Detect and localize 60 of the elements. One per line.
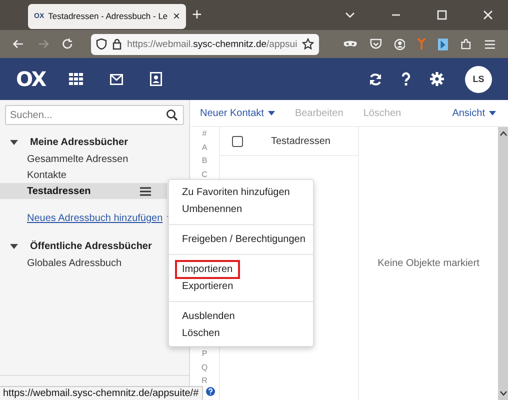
alphabet-letter[interactable]: Q <box>201 362 208 376</box>
help-icon[interactable] <box>401 72 411 86</box>
account-icon[interactable] <box>394 38 406 50</box>
empty-message: Keine Objekte markiert <box>378 258 480 271</box>
menu-item[interactable]: Exportieren <box>175 277 240 296</box>
mask-icon[interactable] <box>343 39 358 49</box>
reload-icon[interactable] <box>61 37 74 51</box>
refresh-icon[interactable] <box>369 72 382 86</box>
app-grid-icon[interactable] <box>68 73 83 85</box>
addressbook-item[interactable]: Globales Adressbuch <box>0 255 167 271</box>
folder-heading[interactable]: Meine Adressbücher <box>30 137 128 148</box>
addressbook-item[interactable]: Gesammelte Adressen <box>0 151 167 167</box>
alphabet-letter[interactable]: P <box>202 349 208 363</box>
search-field[interactable]: Suchen... <box>5 105 184 125</box>
add-addressbook-link[interactable]: Neues Adressbuch hinzufügen <box>27 213 163 224</box>
star-icon[interactable] <box>302 38 314 50</box>
search-icon[interactable] <box>166 109 178 121</box>
caret-down-icon[interactable] <box>10 244 18 250</box>
caret-icon <box>268 110 275 116</box>
scroll-down-icon[interactable] <box>500 391 506 396</box>
settings-icon[interactable] <box>430 72 444 86</box>
back-icon[interactable] <box>12 37 25 51</box>
lock-icon <box>112 38 122 50</box>
menu-item[interactable]: Löschen <box>175 324 227 343</box>
menu-item[interactable]: Freigeben / Berechtigungen <box>175 230 312 249</box>
alphabet-letter[interactable]: # <box>202 129 207 143</box>
menu-item[interactable]: Zu Favoriten hinzufügen <box>175 183 297 202</box>
toolbar-button[interactable]: Ansicht <box>452 108 496 118</box>
scroll-up-icon[interactable] <box>500 131 506 136</box>
alphabet-letter[interactable]: B <box>202 156 208 170</box>
shield-icon <box>96 38 108 50</box>
alphabet-letter[interactable]: C <box>202 170 208 184</box>
scrollbar[interactable] <box>498 127 508 400</box>
menu-item[interactable]: Importieren <box>175 260 240 279</box>
pocket-icon[interactable] <box>370 38 382 50</box>
caret-down-icon[interactable] <box>10 140 18 146</box>
status-url: https://webmail.sysc-chemnitz.de/appsuite/# <box>0 386 203 400</box>
folder-heading[interactable]: Öffentliche Adressbücher <box>30 241 152 252</box>
close-icon[interactable] <box>482 9 494 21</box>
menu-item[interactable]: Ausblenden <box>175 307 242 326</box>
tab-close-button[interactable]: × <box>172 9 180 23</box>
ox-logo[interactable]: OX <box>16 67 46 91</box>
user-avatar[interactable]: LS <box>465 66 492 92</box>
menu-icon[interactable] <box>140 186 151 196</box>
addressbook-item[interactable]: Testadressen <box>0 183 167 199</box>
mail-icon[interactable] <box>110 74 123 84</box>
alphabet-letter[interactable]: A <box>202 142 208 156</box>
toolbar-button[interactable]: Neuer Kontakt <box>200 108 275 118</box>
maximize-icon[interactable] <box>436 9 448 21</box>
tab-title: Testadressen - Adressbuch - Le <box>48 11 169 21</box>
menu-item[interactable]: Umbenennen <box>175 200 250 219</box>
list-title: Testadressen <box>271 136 330 146</box>
help-icon[interactable] <box>206 387 215 396</box>
url-field[interactable]: https://webmail.sysc-chemnitz.de/appsui <box>91 34 320 54</box>
new-tab-button[interactable]: + <box>192 5 202 25</box>
contacts-icon[interactable] <box>150 72 162 86</box>
addressbook-item[interactable]: Kontakte <box>0 167 167 183</box>
caret-icon <box>489 110 496 116</box>
select-all-checkbox[interactable] <box>232 136 243 146</box>
alphabet-letter[interactable]: R <box>202 376 208 390</box>
